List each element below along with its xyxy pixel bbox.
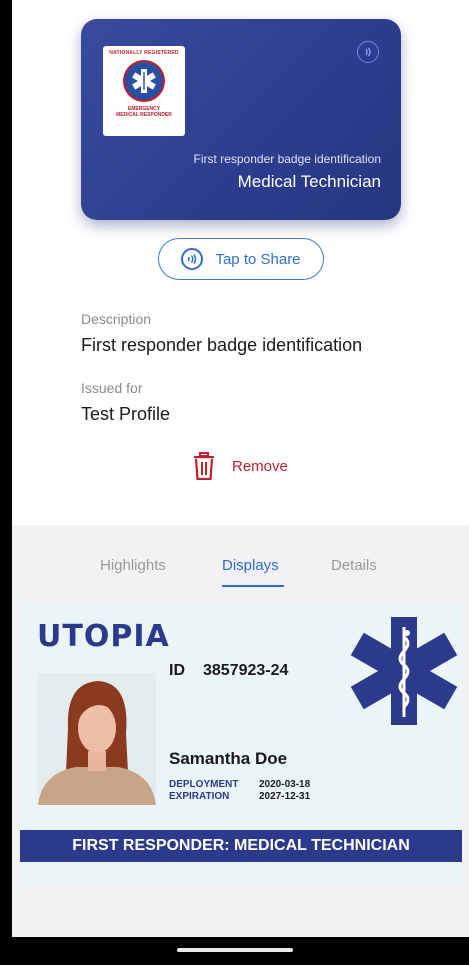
tap-to-share-button[interactable]: Tap to Share xyxy=(158,238,324,280)
logo-top-text: NATIONALLY REGISTERED xyxy=(109,50,179,56)
holder-name: Samantha Doe xyxy=(169,749,288,768)
app-screen: NATIONALLY REGISTERED EMERGENCY MEDICAL … xyxy=(12,0,469,937)
profile-photo xyxy=(38,673,156,805)
active-tab-indicator xyxy=(222,585,284,587)
credential-card[interactable]: NATIONALLY REGISTERED EMERGENCY MEDICAL … xyxy=(81,19,401,220)
dates-block: DEPLOYMENT 2020-03-18 EXPIRATION 2027-12-3… xyxy=(169,779,310,803)
nfc-share-icon xyxy=(181,248,204,270)
remove-button[interactable]: Remove xyxy=(192,452,288,480)
description-value: First responder badge identification xyxy=(81,335,363,355)
issued-for-label: Issued for xyxy=(81,380,143,396)
nfc-icon xyxy=(357,41,379,63)
expiration-date: 2027-12-31 xyxy=(259,791,311,802)
id-label: ID xyxy=(169,662,185,679)
id-card-display: UTOPIA ID 3857923-24 Samantha Doe DEPLOY… xyxy=(20,605,462,882)
id-brand: UTOPIA xyxy=(37,619,170,654)
tab-details[interactable]: Details xyxy=(331,557,377,574)
deployment-date: 2020-03-18 xyxy=(259,779,311,790)
home-indicator[interactable] xyxy=(177,948,293,952)
logo-bottom-text: EMERGENCY MEDICAL RESPONDER xyxy=(103,106,185,118)
trash-icon xyxy=(194,452,214,480)
tab-highlights[interactable]: Highlights xyxy=(100,557,166,574)
emr-logo: NATIONALLY REGISTERED EMERGENCY MEDICAL … xyxy=(103,46,185,136)
share-label: Tap to Share xyxy=(215,250,301,268)
remove-label: Remove xyxy=(232,457,288,475)
id-number: 3857923-24 xyxy=(203,662,289,679)
tab-bar: Highlights Displays Details xyxy=(12,555,469,589)
role-banner: FIRST RESPONDER: MEDICAL TECHNICIAN xyxy=(20,830,462,862)
logo-bottom-line: MEDICAL RESPONDER xyxy=(116,112,172,118)
credential-title: Medical Technician xyxy=(237,172,381,191)
tab-displays[interactable]: Displays xyxy=(222,557,279,574)
star-of-life-icon xyxy=(123,60,165,102)
deployment-label: DEPLOYMENT xyxy=(169,779,239,790)
star-of-life-icon xyxy=(350,617,458,725)
expiration-label: EXPIRATION xyxy=(169,791,230,802)
credential-subtitle: First responder badge identification xyxy=(193,152,381,166)
issued-for-value: Test Profile xyxy=(81,404,171,424)
id-number-row: ID 3857923-24 xyxy=(169,662,288,680)
description-label: Description xyxy=(81,311,152,327)
